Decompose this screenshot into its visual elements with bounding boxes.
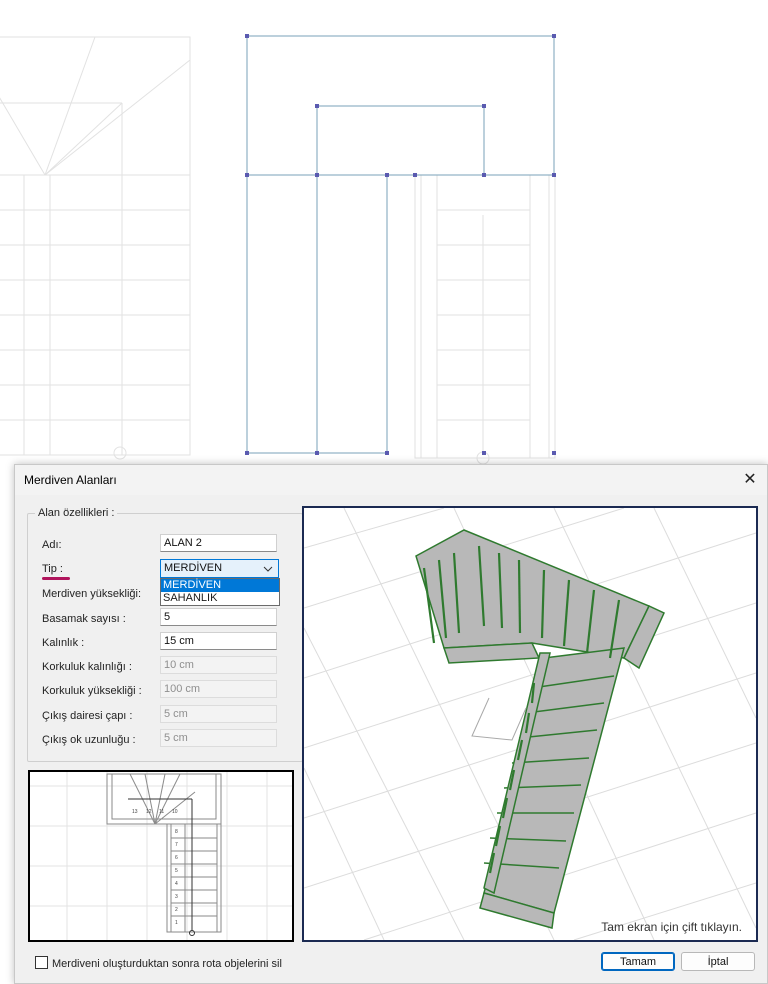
plan-step-number: 6 — [175, 855, 178, 861]
name-label: Adı: — [42, 539, 62, 551]
railing-thickness-label: Korkuluk kalınlığı : — [42, 661, 132, 673]
plan-winder-number: 10 — [172, 809, 178, 815]
dialog-title: Merdiven Alanları — [24, 473, 117, 487]
step-count-label: Basamak sayısı : — [42, 613, 126, 625]
plan-step-number: 7 — [175, 842, 178, 848]
delete-route-objects-label: Merdiveni oluşturduktan sonra rota objel… — [52, 958, 282, 970]
delete-route-objects-checkbox[interactable] — [35, 956, 48, 969]
chevron-down-icon[interactable] — [263, 560, 273, 580]
plan-winder-number: 12 — [146, 809, 152, 815]
type-dropdown-list: MERDİVEN SAHANLIK — [160, 578, 280, 606]
area-properties-title: Alan özellikleri : — [35, 507, 118, 519]
exit-arrow-length-field: 5 cm — [160, 729, 277, 747]
stair-3d-preview[interactable]: Tam ekran için çift tıklayın. — [302, 506, 758, 942]
close-icon[interactable]: ✕ — [739, 469, 761, 491]
type-option-sahanlik[interactable]: SAHANLIK — [161, 592, 279, 605]
cancel-button[interactable]: İptal — [681, 952, 755, 971]
plan-winder-number: 13 — [132, 809, 138, 815]
dialog-titlebar[interactable]: Merdiven Alanları ✕ — [15, 465, 767, 495]
type-label: Tip : — [42, 563, 63, 575]
name-field[interactable]: ALAN 2 — [160, 534, 277, 552]
plan-step-number: 2 — [175, 907, 178, 913]
plan-step-number: 1 — [175, 920, 178, 926]
exit-circle-diameter-field: 5 cm — [160, 705, 277, 723]
railing-height-field: 100 cm — [160, 680, 277, 698]
thickness-label: Kalınlık : — [42, 637, 85, 649]
plan-step-number: 5 — [175, 868, 178, 874]
type-label-underline — [42, 577, 70, 580]
exit-circle-diameter-label: Çıkış dairesi çapı : — [42, 710, 133, 722]
plan-step-number: 3 — [175, 894, 178, 900]
cad-drawing-canvas[interactable] — [0, 0, 768, 470]
type-option-merdiven[interactable]: MERDİVEN — [161, 579, 279, 592]
delete-route-objects-option[interactable]: Merdiveni oluşturduktan sonra rota objel… — [35, 956, 282, 970]
railing-thickness-field: 10 cm — [160, 656, 277, 674]
exit-arrow-length-label: Çıkış ok uzunluğu : — [42, 734, 136, 746]
railing-height-label: Korkuluk yüksekliği : — [42, 685, 142, 697]
thickness-field[interactable]: 15 cm — [160, 632, 277, 650]
plan-step-number: 4 — [175, 881, 178, 887]
stair-areas-dialog: Merdiven Alanları ✕ Alan özellikleri : A… — [14, 464, 768, 984]
plan-winder-number: 11 — [159, 809, 164, 815]
fullscreen-hint: Tam ekran için çift tıklayın. — [601, 920, 742, 934]
ok-button[interactable]: Tamam — [601, 952, 675, 971]
type-select-value: MERDİVEN — [164, 562, 223, 574]
type-select[interactable]: MERDİVEN — [160, 559, 279, 578]
stair-plan-preview[interactable]: 8 7 6 5 4 3 2 1 13 12 11 10 — [28, 770, 294, 942]
step-count-field[interactable]: 5 — [160, 608, 277, 626]
plan-step-number: 8 — [175, 829, 178, 835]
stair-height-label: Merdiven yüksekliği: — [42, 588, 142, 600]
